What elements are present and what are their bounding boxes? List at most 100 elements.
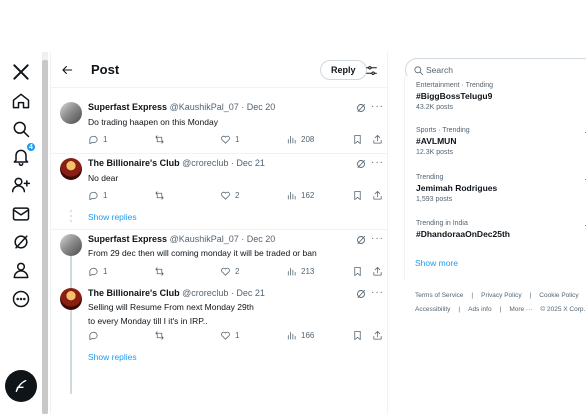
trend-posts: 1,593 posts: [416, 196, 453, 203]
views-action[interactable]: 166: [286, 330, 314, 341]
show-replies-link[interactable]: Show replies: [88, 352, 137, 362]
tweet-date[interactable]: Dec 21: [236, 158, 265, 168]
more-options-icon[interactable]: ···: [371, 157, 384, 168]
grok-icon[interactable]: [355, 158, 367, 170]
author-handle[interactable]: @croreclub: [182, 158, 228, 168]
trend-name[interactable]: #DhandoraaOnDec25th: [416, 229, 586, 239]
scrollbar[interactable]: [42, 52, 48, 414]
messages-icon[interactable]: [9, 202, 33, 226]
share-icon: [373, 330, 382, 340]
views-action[interactable]: 208: [286, 134, 314, 145]
separator: ·: [230, 158, 234, 168]
separator: ·: [241, 234, 245, 244]
avatar[interactable]: [60, 234, 82, 256]
divider: [51, 153, 387, 154]
author-handle[interactable]: @KaushikPal_07: [170, 102, 239, 112]
avatar[interactable]: [60, 158, 82, 180]
more-options-icon[interactable]: ···: [371, 233, 384, 244]
share-action[interactable]: [372, 190, 383, 201]
reply-action[interactable]: 1: [88, 134, 107, 145]
retweet-action[interactable]: [154, 190, 169, 201]
more-icon[interactable]: [9, 287, 33, 311]
heart-icon: [221, 331, 230, 340]
bookmark-action[interactable]: [352, 266, 363, 277]
explore-icon[interactable]: [9, 117, 33, 141]
grok-icon[interactable]: [355, 234, 367, 246]
trend-posts: 43.2K posts: [416, 104, 453, 111]
footer-separator: |: [529, 292, 532, 299]
like-action[interactable]: 1: [220, 134, 239, 145]
tweet-date[interactable]: Dec 21: [236, 288, 265, 298]
show-more-link[interactable]: Show more: [415, 258, 458, 268]
views-action[interactable]: 162: [286, 190, 314, 201]
trend-item[interactable]: Trending Jemimah Rodrigues 1,593 posts ·…: [416, 174, 586, 203]
trend-item[interactable]: Trending in India #DhandoraaOnDec25th ··…: [416, 220, 586, 239]
views-action[interactable]: 213: [286, 266, 314, 277]
retweet-action[interactable]: [154, 134, 169, 145]
search-input[interactable]: Search: [426, 65, 453, 75]
reply-count: 1: [103, 267, 108, 276]
tweet-header: The Billionaire's Club @croreclub · Dec …: [88, 288, 265, 298]
reply-action[interactable]: 1: [88, 266, 107, 277]
avatar[interactable]: [60, 102, 82, 124]
grok-icon[interactable]: [355, 102, 367, 114]
tweet-date[interactable]: Dec 20: [247, 102, 276, 112]
author-name[interactable]: The Billionaire's Club: [88, 288, 180, 298]
avatar[interactable]: [60, 288, 82, 310]
notification-badge: 4: [26, 142, 36, 152]
bookmark-action[interactable]: [352, 134, 363, 145]
terms-link[interactable]: Terms of Service: [415, 292, 463, 299]
author-name[interactable]: The Billionaire's Club: [88, 158, 180, 168]
author-handle[interactable]: @KaushikPal_07: [170, 234, 239, 244]
notifications-icon[interactable]: 4: [9, 142, 36, 169]
accessibility-link[interactable]: Accessibility: [415, 306, 450, 313]
trend-name[interactable]: #BiggBossTelugu9: [416, 91, 586, 101]
more-options-icon[interactable]: ···: [371, 287, 384, 298]
scrollbar-thumb[interactable]: [42, 60, 48, 414]
like-action[interactable]: 2: [220, 190, 239, 201]
views-icon: [287, 135, 296, 144]
reply-button[interactable]: Reply: [320, 60, 367, 80]
show-replies-link[interactable]: Show replies: [88, 212, 137, 222]
bookmark-action[interactable]: [352, 330, 363, 341]
more-link[interactable]: More ···: [509, 306, 532, 313]
retweet-action[interactable]: [154, 266, 169, 277]
share-action[interactable]: [372, 330, 383, 341]
tweet-date[interactable]: Dec 20: [247, 234, 276, 244]
ads-info-link[interactable]: Ads info: [468, 306, 492, 313]
share-action[interactable]: [372, 266, 383, 277]
follow-icon[interactable]: [9, 173, 33, 197]
page-title: Post: [91, 62, 120, 77]
author-name[interactable]: Superfast Express: [88, 234, 167, 244]
separator: ·: [241, 102, 245, 112]
share-action[interactable]: [372, 134, 383, 145]
sort-settings-icon[interactable]: [361, 60, 381, 80]
grok-icon[interactable]: [9, 230, 33, 254]
trend-name[interactable]: Jemimah Rodrigues: [416, 183, 586, 193]
bookmark-icon: [354, 266, 361, 277]
author-name[interactable]: Superfast Express: [88, 102, 167, 112]
tweet-actions: 1 2 213: [88, 266, 386, 280]
reply-action[interactable]: [88, 330, 103, 341]
home-icon[interactable]: [9, 89, 33, 113]
grok-icon[interactable]: [355, 288, 367, 300]
like-action[interactable]: 1: [220, 330, 239, 341]
trend-item[interactable]: Entertainment · Trending #BiggBossTelugu…: [416, 82, 586, 111]
like-action[interactable]: 2: [220, 266, 239, 277]
bookmark-action[interactable]: [352, 190, 363, 201]
profile-icon[interactable]: [9, 258, 33, 282]
footer-separator: |: [458, 306, 461, 313]
retweet-action[interactable]: [154, 330, 169, 341]
back-button[interactable]: [57, 60, 77, 80]
compose-button[interactable]: [5, 370, 37, 402]
trend-item[interactable]: Sports · Trending #AVLMUN 12.3K posts ··…: [416, 127, 586, 156]
divider: [51, 229, 387, 230]
reply-action[interactable]: 1: [88, 190, 107, 201]
cookie-link[interactable]: Cookie Policy: [539, 292, 578, 299]
trend-name[interactable]: #AVLMUN: [416, 136, 586, 146]
tweet-text-line-2: to every Monday till I it's in IRP..: [88, 316, 208, 326]
x-logo-icon[interactable]: [9, 60, 33, 84]
more-options-icon[interactable]: ···: [371, 101, 384, 112]
author-handle[interactable]: @croreclub: [182, 288, 228, 298]
privacy-link[interactable]: Privacy Policy: [481, 292, 521, 299]
